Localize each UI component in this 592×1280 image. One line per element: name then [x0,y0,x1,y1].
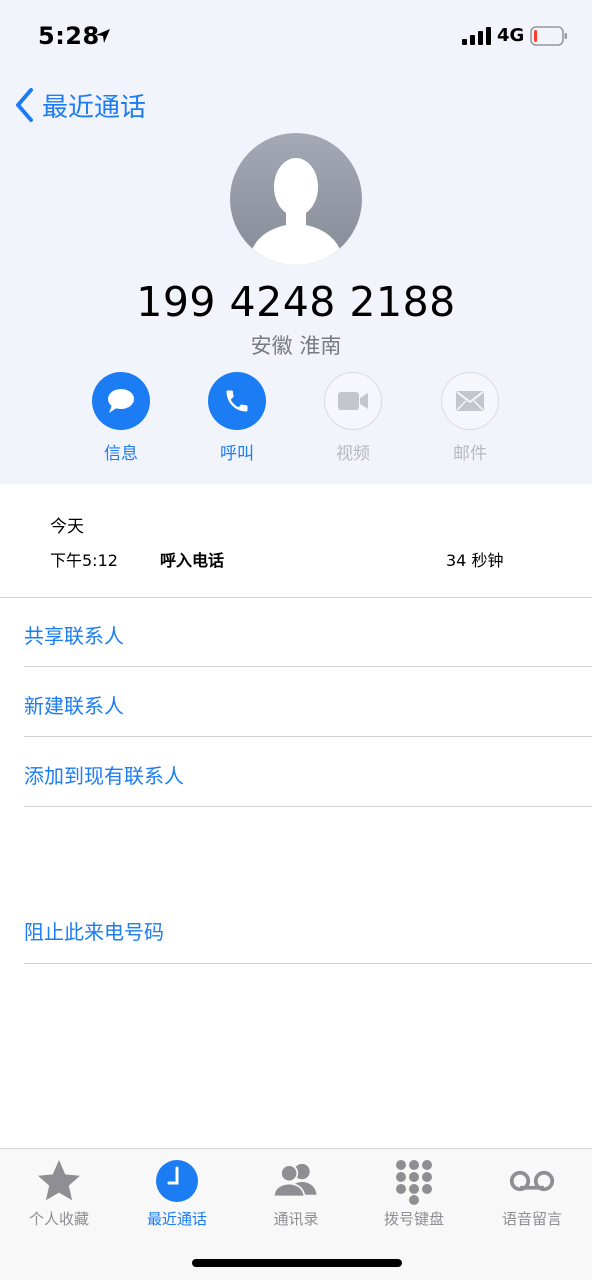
contacts-icon [272,1163,317,1198]
divider [24,736,592,737]
back-button[interactable]: 最近通话 [12,84,146,126]
call-log-time: 下午5:12 [50,551,118,570]
add-to-existing-contact-option[interactable]: 添加到现有联系人 [24,760,184,789]
tab-label: 通讯录 [273,1210,319,1228]
contact-avatar [230,133,362,265]
call-log-duration: 34 秒钟 [446,551,504,570]
call-label: 呼叫 [220,444,254,464]
message-button-circle[interactable] [92,372,150,430]
call-log-day: 今天 [50,517,84,537]
call-button-circle[interactable] [208,372,266,430]
keypad-icon [396,1160,432,1205]
caller-location: 安徽 淮南 [250,334,342,358]
cellular-signal-icon [462,27,491,45]
chevron-left-icon [16,88,33,122]
tab-label: 拨号键盘 [383,1210,444,1228]
tab-keypad[interactable]: 拨号键盘 [355,1157,473,1229]
mail-button[interactable]: 邮件 [440,372,500,464]
call-button[interactable]: 呼叫 [207,372,267,464]
video-button[interactable]: 视频 [323,372,383,464]
network-type: 4G [497,25,525,46]
new-contact-option[interactable]: 新建联系人 [24,690,124,719]
divider [24,666,592,667]
tab-recents[interactable]: 最近通话 [118,1157,236,1229]
tab-contacts[interactable]: 通讯录 [237,1157,355,1229]
mail-envelope-icon [456,391,484,411]
clock-icon [156,1160,198,1202]
star-icon [38,1160,80,1201]
location-arrow-icon [96,29,110,43]
share-contact-option[interactable]: 共享联系人 [24,620,124,649]
battery-icon [530,26,567,46]
message-button[interactable]: 信息 [91,372,151,464]
phone-number: 199 4248 2188 [136,278,456,326]
tab-label: 个人收藏 [28,1210,89,1228]
video-camera-icon [338,392,368,410]
divider [24,806,592,807]
status-bar: 5:28 4G [0,0,592,72]
divider [24,963,592,964]
call-log-type: 呼入电话 [160,551,225,570]
block-caller-option[interactable]: 阻止此来电号码 [24,916,164,945]
message-label: 信息 [104,444,138,464]
status-time: 5:28 [38,22,100,50]
mail-label: 邮件 [453,444,487,464]
tab-favorites[interactable]: 个人收藏 [0,1157,118,1229]
tab-label: 语音留言 [501,1210,562,1228]
tab-label: 最近通话 [146,1210,207,1228]
message-bubble-icon [108,389,134,413]
mail-button-circle[interactable] [441,372,499,430]
tab-voicemail[interactable]: 语音留言 [473,1157,591,1229]
phone-icon [226,390,248,412]
video-label: 视频 [336,444,370,464]
video-button-circle[interactable] [324,372,382,430]
voicemail-icon [509,1170,555,1192]
divider [0,597,592,598]
home-indicator[interactable] [192,1259,402,1267]
back-label: 最近通话 [42,92,147,123]
